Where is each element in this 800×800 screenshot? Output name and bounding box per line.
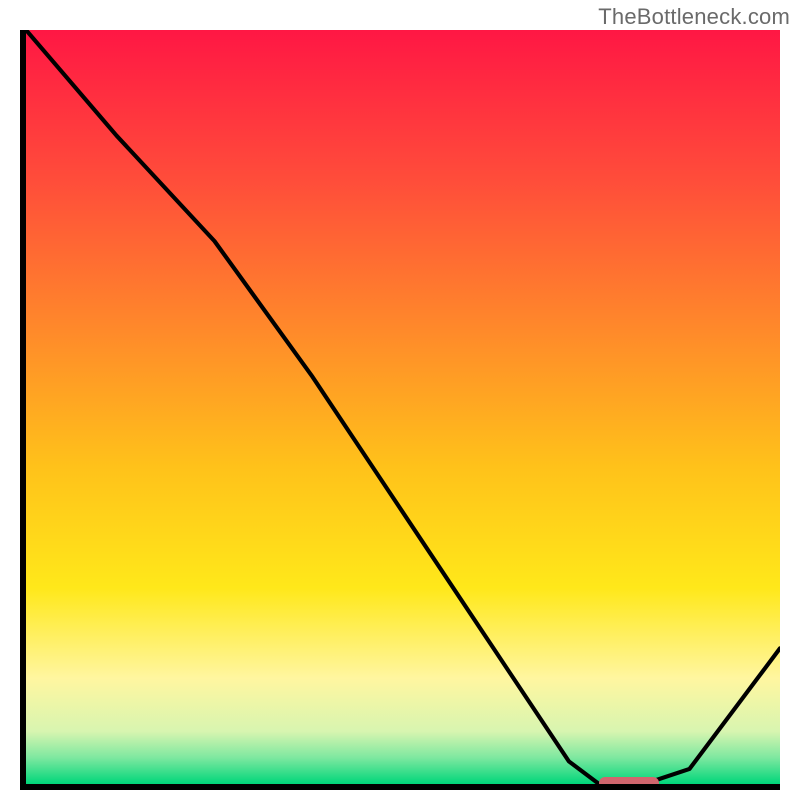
chart-axes bbox=[20, 30, 780, 790]
optimal-range-marker bbox=[599, 777, 659, 784]
watermark-text: TheBottleneck.com bbox=[598, 4, 790, 30]
bottleneck-curve bbox=[26, 30, 780, 784]
plot-area bbox=[26, 30, 780, 784]
